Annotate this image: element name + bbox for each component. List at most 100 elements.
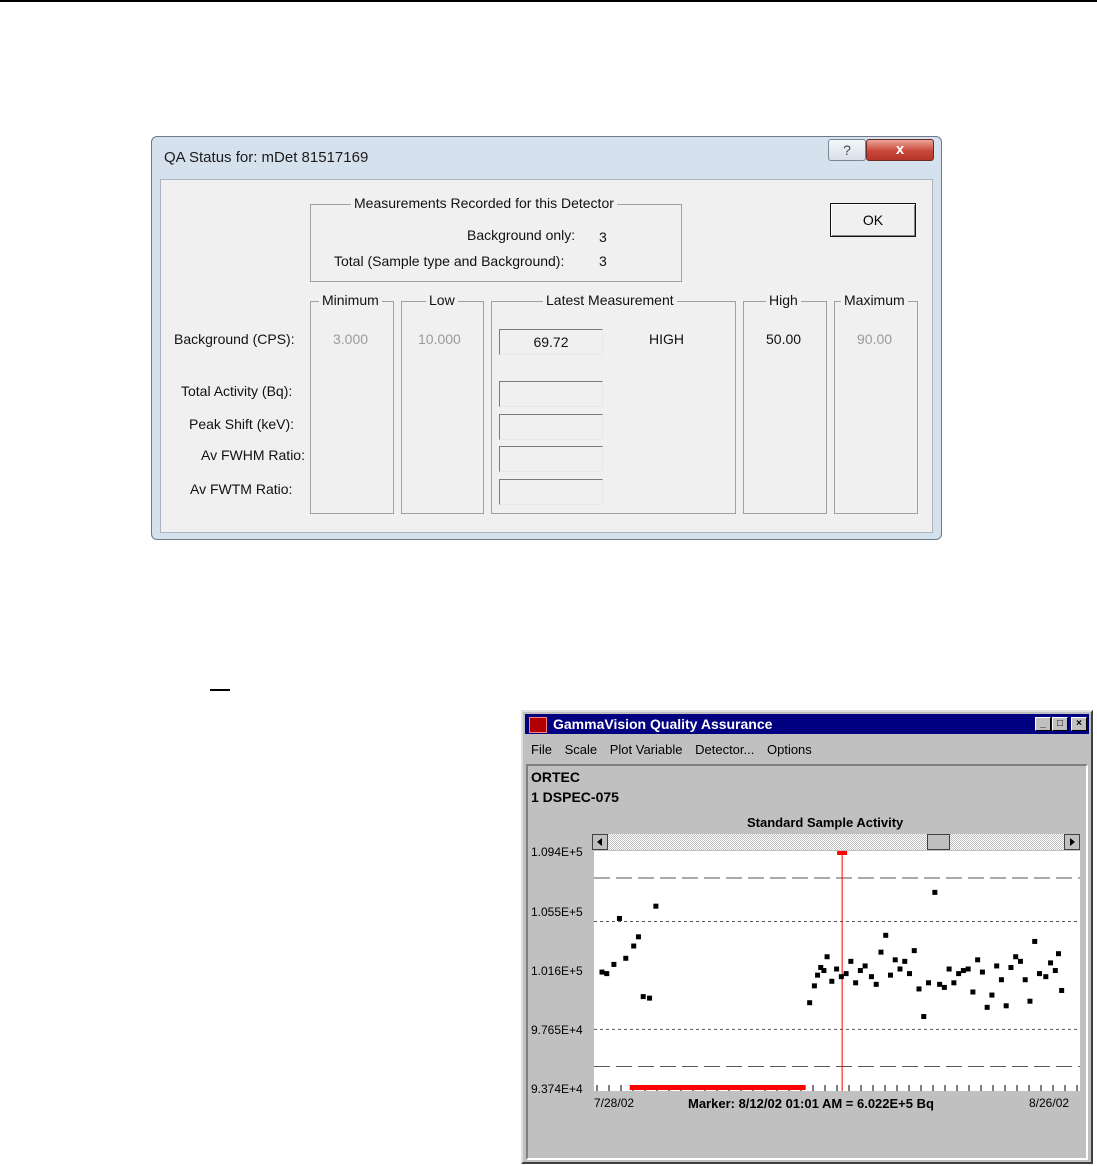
page-top-rule <box>0 0 1097 2</box>
menu-scale[interactable]: Scale <box>565 742 598 757</box>
av-fwtm-latest-field <box>499 479 603 505</box>
activity-scatter-chart[interactable] <box>594 851 1080 1091</box>
detector-label: 1 DSPEC-075 <box>531 789 619 805</box>
data-point <box>868 974 874 980</box>
data-point <box>994 963 1000 969</box>
row-label-peak-shift: Peak Shift (keV): <box>189 416 295 432</box>
help-icon[interactable]: ? <box>828 139 866 161</box>
row-label-total-activity: Total Activity (Bq): <box>181 383 293 399</box>
data-point <box>640 994 646 1000</box>
data-point <box>1027 998 1033 1004</box>
background-latest-field: 69.72 <box>499 329 603 355</box>
maximize-icon[interactable]: □ <box>1052 717 1068 731</box>
data-point <box>824 954 830 960</box>
data-point <box>1022 977 1028 983</box>
data-point <box>623 955 629 961</box>
y-tick-label: 9.765E+4 <box>531 1023 583 1037</box>
gv-window-title: GammaVision Quality Assurance <box>553 716 773 732</box>
low-header: Low <box>426 292 458 308</box>
scroll-thumb[interactable] <box>927 834 950 850</box>
background-only-value: 3 <box>599 229 607 245</box>
vendor-label: ORTEC <box>531 769 580 785</box>
data-gap-bar <box>629 1085 806 1090</box>
measurements-recorded-group: Measurements Recorded for this Detector <box>310 195 682 282</box>
data-point <box>1032 938 1038 944</box>
data-point <box>843 971 849 977</box>
total-activity-latest-field <box>499 381 603 407</box>
data-point <box>960 968 966 974</box>
y-tick-label: 1.016E+5 <box>531 964 583 978</box>
ok-button[interactable]: OK <box>830 203 916 237</box>
y-tick-label: 1.094E+5 <box>531 845 583 859</box>
data-point <box>857 968 863 974</box>
data-point <box>883 932 889 938</box>
data-point <box>829 978 835 984</box>
close-icon[interactable]: x <box>866 139 934 161</box>
total-recorded-label: Total (Sample type and Background): <box>334 253 565 269</box>
scroll-left-arrow-icon[interactable] <box>592 834 608 850</box>
data-point <box>1055 951 1061 957</box>
data-point <box>848 958 854 964</box>
y-tick-label: 1.055E+5 <box>531 905 583 919</box>
background-only-label: Background only: <box>467 227 576 243</box>
maximum-header: Maximum <box>841 292 908 308</box>
measurements-recorded-caption: Measurements Recorded for this Detector <box>351 195 617 211</box>
data-point <box>906 971 912 977</box>
menu-detector[interactable]: Detector... <box>695 742 754 757</box>
scroll-right-arrow-icon[interactable] <box>1064 834 1080 850</box>
background-high-value: 50.00 <box>766 331 802 347</box>
y-tick-label: 9.374E+4 <box>531 1082 583 1096</box>
row-label-av-fwhm: Av FWHM Ratio: <box>201 447 305 463</box>
data-point <box>998 977 1004 983</box>
gammavision-app-icon <box>529 717 547 733</box>
menu-options[interactable]: Options <box>767 742 812 757</box>
x-tick-label-end: 8/26/02 <box>1029 1096 1070 1110</box>
data-point <box>1048 960 1054 966</box>
time-scrollbar[interactable] <box>592 834 1080 850</box>
data-point <box>1017 958 1023 964</box>
dialog-body: Measurements Recorded for this Detector … <box>160 179 933 533</box>
gv-plot-area: ORTEC 1 DSPEC-075 Standard Sample Activi… <box>526 764 1088 1160</box>
data-point <box>937 981 943 987</box>
data-point <box>897 966 903 972</box>
data-point <box>616 915 622 921</box>
data-point <box>604 971 610 977</box>
close-icon[interactable]: × <box>1071 717 1087 731</box>
latest-measurement-header: Latest Measurement <box>543 292 677 308</box>
data-point <box>984 1004 990 1010</box>
data-point <box>946 966 952 972</box>
menu-plot-variable[interactable]: Plot Variable <box>610 742 683 757</box>
data-point <box>853 980 859 986</box>
data-point <box>916 986 922 992</box>
chart-title: Standard Sample Activity <box>747 815 904 830</box>
total-recorded-value: 3 <box>599 253 607 269</box>
data-point <box>1013 954 1019 960</box>
data-point <box>862 963 868 969</box>
data-point <box>834 966 840 972</box>
data-point <box>873 981 879 987</box>
data-point <box>902 958 908 964</box>
qa-status-dialog: QA Status for: mDet 81517169 ? x Measure… <box>151 136 942 540</box>
data-point <box>838 974 844 980</box>
data-point <box>811 983 817 989</box>
data-point <box>892 957 898 963</box>
data-point <box>631 943 637 949</box>
data-point <box>815 972 821 978</box>
row-label-av-fwtm: Av FWTM Ratio: <box>190 481 293 497</box>
data-point <box>635 934 641 940</box>
minimum-header: Minimum <box>319 292 382 308</box>
data-point <box>647 995 653 1001</box>
data-point <box>1043 974 1049 980</box>
data-point <box>807 1000 813 1006</box>
peak-shift-latest-field <box>499 414 603 440</box>
stray-underline <box>210 689 230 691</box>
data-point <box>941 984 947 990</box>
gammavision-qa-window: GammaVision Quality Assurance _ □ × File… <box>521 710 1093 1164</box>
data-point <box>1052 968 1058 974</box>
menu-file[interactable]: File <box>531 742 552 757</box>
data-point <box>1003 1003 1009 1009</box>
minimize-icon[interactable]: _ <box>1035 717 1051 731</box>
data-point <box>926 980 932 986</box>
data-point <box>821 968 827 974</box>
data-point <box>911 948 917 954</box>
